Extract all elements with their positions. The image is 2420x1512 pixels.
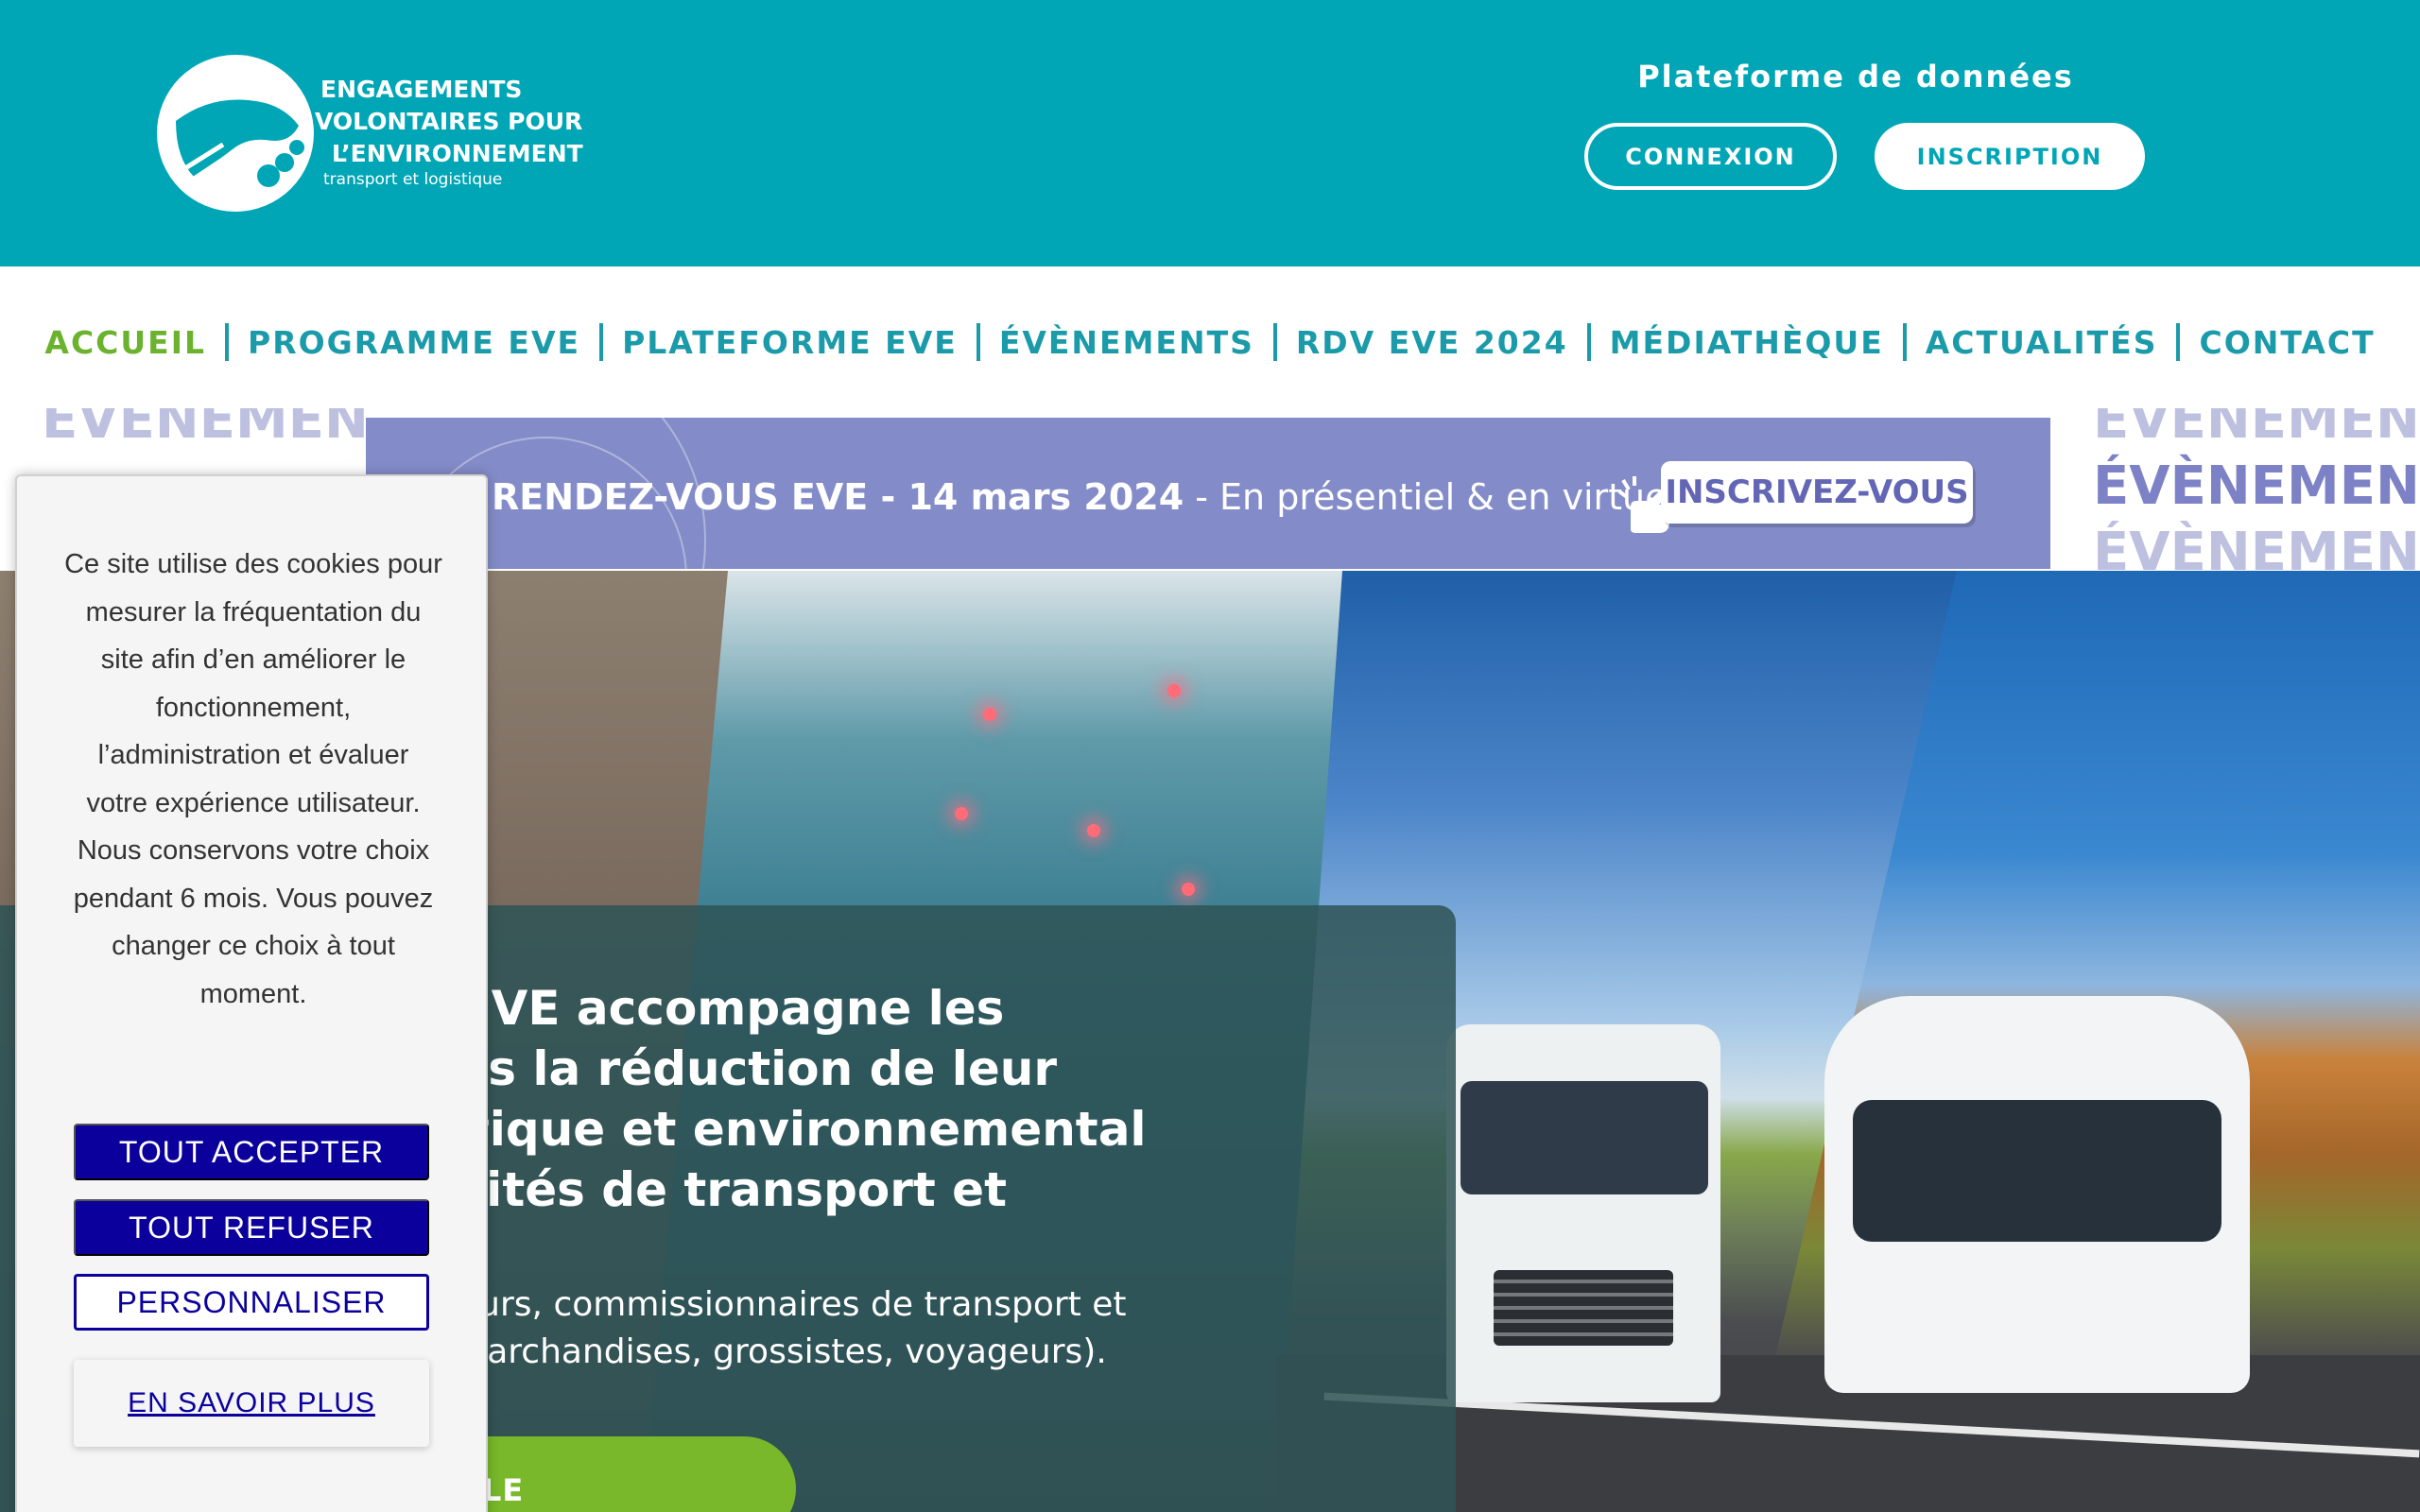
site-logo[interactable]: ENGAGEMENTS VOLONTAIRES POUR L’ENVIRONNE… <box>157 55 611 215</box>
logo-line-1: ENGAGEMENTS <box>320 76 523 103</box>
nav-item-actualites[interactable]: ACTUALITÉS <box>1907 324 2177 361</box>
network-node <box>1167 684 1181 697</box>
logo-subtitle: transport et logistique <box>323 170 503 189</box>
login-button[interactable]: CONNEXION <box>1584 123 1837 190</box>
refuse-all-cookies-button[interactable]: TOUT REFUSER <box>74 1199 429 1256</box>
event-banner-title-rest: - En présentiel & en virtuel <box>1184 476 1678 518</box>
banner-side-word: ÉVÈNEMENT <box>42 408 367 451</box>
top-header: ENGAGEMENTS VOLONTAIRES POUR L’ENVIRONNE… <box>0 0 2420 266</box>
event-banner-title-bold: RENDEZ-VOUS EVE - 14 mars 2024 <box>492 476 1184 518</box>
nav-item-mediatheque[interactable]: MÉDIATHÈQUE <box>1591 324 1903 361</box>
handshake-icon <box>157 55 314 212</box>
register-button[interactable]: INSCRIPTION <box>1875 123 2145 190</box>
banner-side-word: ÉVÈNEMENT <box>2093 408 2418 451</box>
cookie-consent-dialog: Ce site utilise des cookies pour mesurer… <box>15 474 488 1512</box>
banner-side-word: ÉVÈNEMENT <box>2093 455 2418 517</box>
main-nav: ACCUEIL PROGRAMME EVE PLATEFORME EVE ÉVÈ… <box>0 266 2420 418</box>
event-banner-title: RENDEZ-VOUS EVE - 14 mars 2024 - En prés… <box>492 476 1677 518</box>
banner-decoration-right: ÉVÈNEMENT ÉVÈNEMENT ÉVÈNEMENT <box>2049 408 2418 571</box>
bus-windshield <box>1853 1100 2221 1242</box>
accept-all-cookies-button[interactable]: TOUT ACCEPTER <box>74 1124 429 1180</box>
network-node <box>1182 883 1195 896</box>
cookie-consent-text: Ce site utilise des cookies pour mesurer… <box>64 549 442 1009</box>
nav-item-rdv-eve-2024[interactable]: RDV EVE 2024 <box>1277 324 1587 361</box>
register-event-button[interactable]: INSCRIVEZ-VOUS <box>1661 461 1973 524</box>
nav-item-evenements[interactable]: ÉVÈNEMENTS <box>980 324 1273 361</box>
network-node <box>1087 824 1100 837</box>
event-banner[interactable]: RENDEZ-VOUS EVE - 14 mars 2024 - En prés… <box>366 418 2050 569</box>
nav-item-programme-eve[interactable]: PROGRAMME EVE <box>229 324 599 361</box>
nav-item-contact[interactable]: CONTACT <box>2180 324 2394 361</box>
network-node <box>983 708 996 721</box>
truck-windshield <box>1461 1081 1708 1194</box>
network-node <box>955 807 968 820</box>
nav-item-accueil[interactable]: ACCUEIL <box>26 324 225 361</box>
logo-wordmark: ENGAGEMENTS VOLONTAIRES POUR L’ENVIRONNE… <box>313 74 606 170</box>
logo-line-3: L’ENVIRONNEMENT <box>332 140 583 167</box>
truck-grille <box>1494 1270 1673 1346</box>
learn-more-link[interactable]: EN SAVOIR PLUS <box>74 1360 429 1447</box>
banner-side-word: ÉVÈNEMENT <box>2093 522 2418 571</box>
platform-title: Plateforme de données <box>1637 59 2074 94</box>
customize-cookies-button[interactable]: PERSONNALISER <box>74 1274 429 1331</box>
nav-item-plateforme-eve[interactable]: PLATEFORME EVE <box>603 324 977 361</box>
logo-line-2: VOLONTAIRES POUR <box>315 108 583 135</box>
